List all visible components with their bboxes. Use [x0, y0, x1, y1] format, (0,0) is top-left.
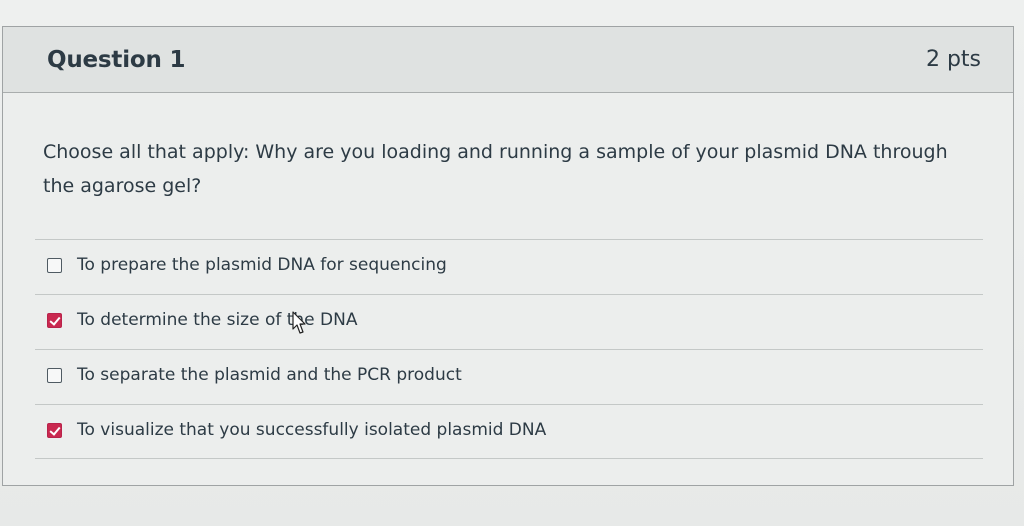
answer-option-4[interactable]: To visualize that you successfully isola…: [35, 404, 983, 459]
answer-checkbox-3[interactable]: [47, 368, 62, 383]
question-text: Choose all that apply: Why are you loadi…: [43, 141, 948, 197]
question-card: Question 1 2 pts Choose all that apply: …: [2, 26, 1014, 486]
answer-checkbox-4[interactable]: [47, 423, 62, 438]
answer-option-1[interactable]: To prepare the plasmid DNA for sequencin…: [35, 239, 983, 294]
mouse-pointer-icon: [292, 311, 306, 334]
answer-checkbox-1[interactable]: [47, 258, 62, 273]
answer-list: To prepare the plasmid DNA for sequencin…: [35, 239, 983, 459]
quiz-page: Question 1 2 pts Choose all that apply: …: [0, 0, 1024, 526]
question-title: Question 1: [47, 47, 186, 73]
answer-label-4[interactable]: To visualize that you successfully isola…: [77, 420, 546, 440]
answer-label-1[interactable]: To prepare the plasmid DNA for sequencin…: [77, 255, 447, 275]
answer-label-2[interactable]: To determine the size of the DNA: [77, 310, 357, 330]
question-points: 2 pts: [925, 47, 981, 72]
answer-option-2[interactable]: To determine the size of the DNA: [35, 294, 983, 349]
answer-label-3[interactable]: To separate the plasmid and the PCR prod…: [77, 365, 462, 385]
question-header: Question 1 2 pts: [3, 27, 1013, 93]
answer-option-3[interactable]: To separate the plasmid and the PCR prod…: [35, 349, 983, 404]
answer-checkbox-2[interactable]: [47, 313, 62, 328]
